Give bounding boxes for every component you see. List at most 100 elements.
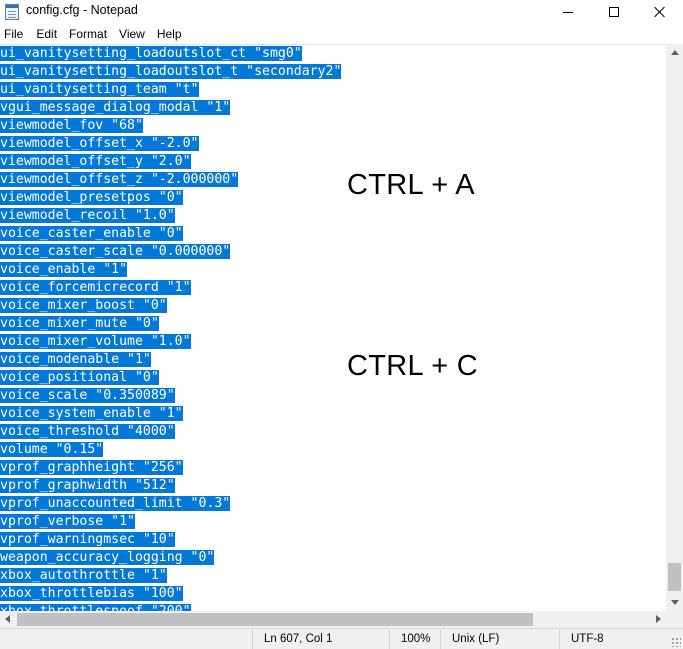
status-divider [389,630,390,649]
status-divider [440,630,441,649]
selected-text: vprof_verbose "1" [0,514,135,529]
selected-text: xbox_throttlespoof "200" [0,604,191,611]
text-line: volume "0.15" [0,441,341,459]
text-line: viewmodel_offset_z "-2.000000" [0,171,341,189]
text-line: vprof_unaccounted_limit "0.3" [0,495,341,513]
selected-text: viewmodel_offset_x "-2.0" [0,136,199,151]
selected-text: xbox_throttlebias "100" [0,586,183,601]
selected-text: voice_enable "1" [0,262,128,277]
text-line: voice_caster_scale "0.000000" [0,243,341,261]
horizontal-scrollbar[interactable] [0,611,666,628]
maximize-icon [609,7,619,17]
selected-text: vprof_warningmsec "10" [0,532,175,547]
text-editor[interactable]: ui_vanitysetting_loadoutslot_ct "smg0" ui… [0,44,666,611]
selected-text: voice_threshold "4000" [0,424,175,439]
vertical-scrollbar[interactable] [666,44,683,611]
resize-grip-icon[interactable] [671,637,681,647]
text-line: voice_mixer_mute "0" [0,315,341,333]
notepad-icon [5,4,19,20]
minimize-icon [563,11,573,13]
text-line: voice_mixer_boost "0" [0,297,341,315]
selected-text: voice_mixer_boost "0" [0,298,167,313]
status-line-ending: Unix (LF) [452,633,500,645]
selected-text: vprof_graphwidth "512" [0,478,175,493]
editor-content: ui_vanitysetting_loadoutslot_ct "smg0" ui… [0,45,342,611]
selected-text: ui_vanitysetting_loadoutslot_ct "smg0" [0,46,302,61]
status-encoding: UTF-8 [571,633,604,645]
selected-text: viewmodel_offset_y "2.0" [0,154,191,169]
text-line: vprof_verbose "1" [0,513,341,531]
selected-text: viewmodel_offset_z "-2.000000" [0,172,239,187]
status-cursor-position: Ln 607, Col 1 [264,633,333,645]
text-line: xbox_throttlebias "100" [0,585,341,603]
text-line: vprof_graphwidth "512" [0,477,341,495]
text-line: voice_scale "0.350089" [0,387,341,405]
menu-bar: File Edit Format View Help [0,25,683,44]
selected-text: volume "0.15" [0,442,104,457]
selected-text: vprof_graphheight "256" [0,460,183,475]
text-line: voice_forcemicrecord "1" [0,279,341,297]
status-divider [252,630,253,649]
selected-text: voice_caster_scale "0.000000" [0,244,231,259]
selected-text: voice_scale "0.350089" [0,388,175,403]
text-line: weapon_accuracy_logging "0" [0,549,341,567]
text-line: viewmodel_presetpos "0" [0,189,341,207]
close-button[interactable] [637,0,683,24]
scrollbar-corner [666,611,683,628]
selected-text: voice_mixer_volume "1.0" [0,334,191,349]
close-icon [654,6,666,18]
status-divider [559,630,560,649]
scroll-up-icon[interactable] [671,50,679,55]
selected-text: weapon_accuracy_logging "0" [0,550,215,565]
text-line: viewmodel_recoil "1.0" [0,207,341,225]
scroll-right-icon[interactable] [656,615,661,623]
menu-view[interactable]: View [119,25,145,44]
selected-text: vprof_unaccounted_limit "0.3" [0,496,231,511]
text-line: viewmodel_offset_x "-2.0" [0,135,341,153]
selected-text: voice_forcemicrecord "1" [0,280,191,295]
text-line: voice_mixer_volume "1.0" [0,333,341,351]
text-line: voice_positional "0" [0,369,341,387]
text-line: voice_caster_enable "0" [0,225,341,243]
text-line: xbox_autothrottle "1" [0,567,341,585]
menu-help[interactable]: Help [157,25,182,44]
text-line: xbox_throttlespoof "200" [0,603,341,611]
maximize-button[interactable] [591,0,637,24]
text-line: ui_vanitysetting_loadoutslot_ct "smg0" [0,45,341,63]
selected-text: voice_positional "0" [0,370,159,385]
selected-text: ui_vanitysetting_team "t" [0,82,199,97]
menu-edit[interactable]: Edit [36,25,57,44]
menu-file[interactable]: File [4,25,23,44]
selected-text: voice_system_enable "1" [0,406,183,421]
title-bar[interactable]: config.cfg - Notepad [0,0,683,24]
text-line: vgui_message_dialog_modal "1" [0,99,341,117]
selected-text: viewmodel_fov "68" [0,118,143,133]
window-title: config.cfg - Notepad [26,3,138,17]
minimize-button[interactable] [545,0,591,24]
text-line: vprof_warningmsec "10" [0,531,341,549]
selected-text: voice_modenable "1" [0,352,151,367]
text-line: voice_modenable "1" [0,351,341,369]
selected-text: viewmodel_recoil "1.0" [0,208,175,223]
scroll-down-icon[interactable] [671,600,679,605]
text-line: viewmodel_offset_y "2.0" [0,153,341,171]
selected-text: viewmodel_presetpos "0" [0,190,183,205]
text-line: voice_threshold "4000" [0,423,341,441]
menu-format[interactable]: Format [69,25,107,44]
status-zoom: 100% [401,633,431,645]
horizontal-scroll-thumb[interactable] [17,613,533,626]
status-bar: Ln 607, Col 1 100% Unix (LF) UTF-8 [0,628,683,649]
selected-text: ui_vanitysetting_loadoutslot_t "secondar… [0,64,342,79]
selected-text: vgui_message_dialog_modal "1" [0,100,231,115]
selected-text: xbox_autothrottle "1" [0,568,167,583]
ctrl-a-annotation: CTRL + A [347,169,475,201]
scroll-left-icon[interactable] [5,615,10,623]
text-line: vprof_graphheight "256" [0,459,341,477]
selected-text: voice_caster_enable "0" [0,226,183,241]
text-line: voice_enable "1" [0,261,341,279]
text-line: ui_vanitysetting_loadoutslot_t "secondar… [0,63,342,81]
text-line: ui_vanitysetting_team "t" [0,81,341,99]
vertical-scroll-thumb[interactable] [668,563,681,591]
ctrl-c-annotation: CTRL + C [347,350,479,382]
text-line: voice_system_enable "1" [0,405,341,423]
